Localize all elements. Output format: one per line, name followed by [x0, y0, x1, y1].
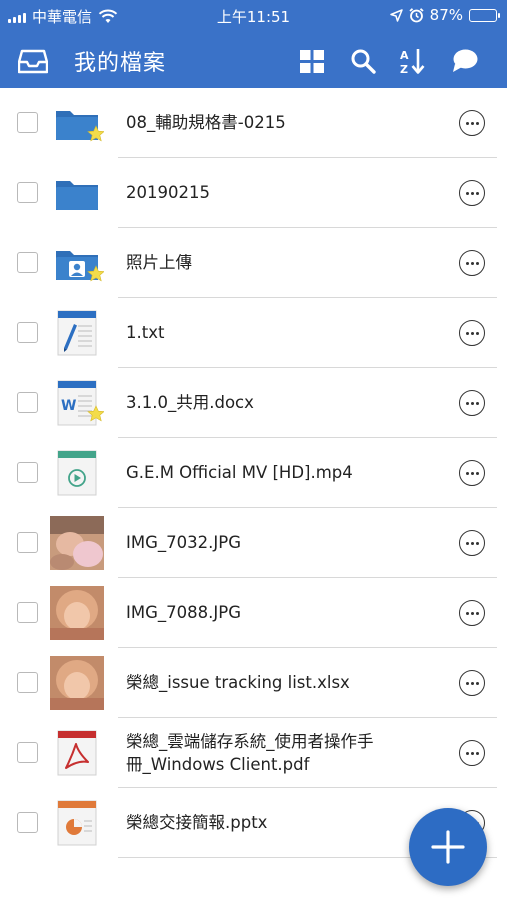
file-row[interactable]: 20190215 [0, 158, 507, 228]
svg-text:W: W [61, 398, 76, 414]
page-title: 我的檔案 [74, 51, 167, 76]
photo-thumbnail [50, 656, 104, 710]
file-name: 照片上傳 [126, 253, 192, 272]
more-options-button[interactable] [459, 320, 485, 346]
chat-bubble-icon[interactable] [450, 46, 480, 76]
photo-thumbnail [50, 516, 104, 570]
row-checkbox[interactable] [17, 322, 38, 343]
row-checkbox[interactable] [17, 532, 38, 553]
battery-icon [469, 8, 500, 22]
file-name: IMG_7032.JPG [126, 533, 241, 552]
file-row[interactable]: 照片上傳 [0, 228, 507, 298]
row-checkbox[interactable] [17, 112, 38, 133]
video-file-icon [57, 450, 97, 496]
file-row[interactable]: IMG_7088.JPG [0, 578, 507, 648]
folder-icon [56, 111, 104, 142]
more-options-button[interactable] [459, 670, 485, 696]
grid-view-icon[interactable] [297, 46, 327, 76]
more-options-button[interactable] [459, 390, 485, 416]
file-name: 榮總_issue tracking list.xlsx [126, 673, 350, 692]
folder-icon [56, 181, 98, 210]
file-name: 08_輔助規格書-0215 [126, 113, 286, 132]
row-checkbox[interactable] [17, 812, 38, 833]
status-right: 87% [389, 6, 500, 24]
plus-icon [431, 830, 465, 864]
inbox-icon[interactable] [18, 48, 48, 74]
file-row[interactable]: 08_輔助規格書-0215 [0, 88, 507, 158]
text-file-icon [57, 310, 97, 356]
word-file-icon: W [57, 380, 104, 426]
file-name: G.E.M Official MV [HD].mp4 [126, 463, 353, 482]
file-name: 榮總交接簡報.pptx [126, 813, 268, 832]
file-row[interactable]: 1.txt [0, 298, 507, 368]
row-checkbox[interactable] [17, 182, 38, 203]
file-name: 3.1.0_共用.docx [126, 393, 254, 412]
status-bar: 中華電信 上午11:51 87% [0, 0, 507, 34]
row-checkbox[interactable] [17, 392, 38, 413]
file-row[interactable]: W 3.1.0_共用.docx [0, 368, 507, 438]
more-options-button[interactable] [459, 740, 485, 766]
search-icon[interactable] [348, 46, 378, 76]
file-name-line-1: 榮總_雲端儲存系統_使用者操作手 [126, 732, 374, 751]
row-checkbox[interactable] [17, 252, 38, 273]
user-folder-icon [56, 251, 104, 282]
more-options-button[interactable] [459, 250, 485, 276]
file-name: 1.txt [126, 323, 165, 342]
photo-thumbnail [50, 586, 104, 640]
add-button[interactable] [409, 808, 487, 886]
pdf-file-icon [57, 730, 97, 776]
file-row[interactable]: 榮總_issue tracking list.xlsx [0, 648, 507, 718]
row-checkbox[interactable] [17, 672, 38, 693]
more-options-button[interactable] [459, 530, 485, 556]
file-row[interactable]: IMG_7032.JPG [0, 508, 507, 578]
file-row[interactable]: 榮總_雲端儲存系統_使用者操作手 冊_Windows Client.pdf [0, 718, 507, 788]
file-name: 20190215 [126, 183, 210, 202]
app-header: 中華電信 上午11:51 87% 我的檔案 A Z [0, 0, 507, 88]
powerpoint-file-icon [57, 800, 97, 846]
more-options-button[interactable] [459, 600, 485, 626]
row-checkbox[interactable] [17, 602, 38, 623]
more-options-button[interactable] [459, 460, 485, 486]
file-row[interactable]: G.E.M Official MV [HD].mp4 [0, 438, 507, 508]
sort-az-icon[interactable]: A Z [398, 46, 428, 76]
file-name-line-2: 冊_Windows Client.pdf [126, 755, 310, 774]
more-options-button[interactable] [459, 180, 485, 206]
toolbar: 我的檔案 A Z [0, 34, 507, 88]
file-name: IMG_7088.JPG [126, 603, 241, 622]
row-checkbox[interactable] [17, 742, 38, 763]
location-arrow-icon [389, 8, 403, 22]
battery-percent: 87% [429, 6, 463, 24]
more-options-button[interactable] [459, 110, 485, 136]
svg-text:Z: Z [400, 63, 408, 76]
svg-text:A: A [400, 49, 409, 62]
alarm-icon [409, 7, 424, 22]
row-checkbox[interactable] [17, 462, 38, 483]
